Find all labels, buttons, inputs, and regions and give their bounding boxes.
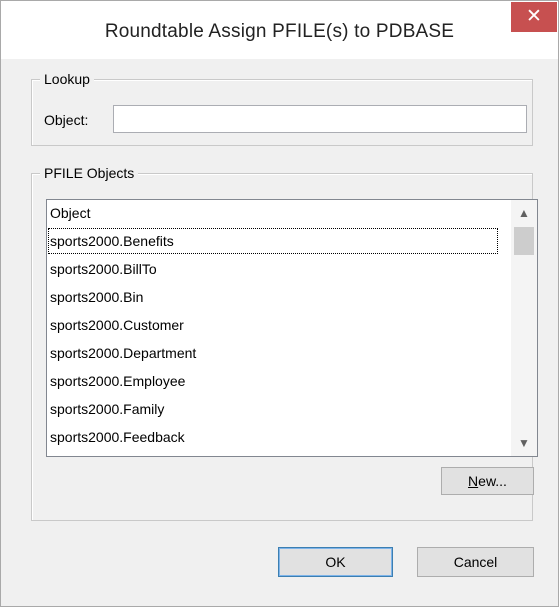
list-item[interactable]: sports2000.Department (47, 339, 499, 367)
scroll-up-button[interactable]: ▲ (511, 200, 537, 226)
window-title: Roundtable Assign PFILE(s) to PDBASE (104, 21, 455, 42)
list-item[interactable]: sports2000.Feedback (47, 423, 499, 451)
vertical-scrollbar[interactable]: ▲ ▼ (511, 200, 537, 456)
scrollbar-thumb[interactable] (514, 227, 534, 255)
title-bar[interactable]: Roundtable Assign PFILE(s) to PDBASE ✕ (1, 1, 558, 59)
ok-button[interactable]: OK (278, 547, 393, 577)
pfile-objects-list[interactable]: Object sports2000.Benefits sports2000.Bil… (46, 199, 538, 457)
object-label: Object: (44, 112, 89, 128)
close-button[interactable]: ✕ (511, 2, 557, 32)
list-item[interactable]: sports2000.BillTo (47, 255, 499, 283)
list-item[interactable]: sports2000.Employee (47, 367, 499, 395)
object-lookup-input[interactable] (113, 105, 527, 133)
dialog-window: Roundtable Assign PFILE(s) to PDBASE ✕ L… (0, 0, 559, 607)
list-item[interactable]: sports2000.Customer (47, 311, 499, 339)
list-item[interactable]: sports2000.Family (47, 395, 499, 423)
cancel-button[interactable]: Cancel (417, 547, 534, 577)
new-button[interactable]: New... (441, 467, 534, 495)
pfile-objects-group-label: PFILE Objects (40, 165, 139, 181)
new-button-accelerator: N (468, 473, 479, 489)
chevron-up-icon: ▲ (518, 206, 530, 220)
close-icon: ✕ (526, 6, 542, 27)
list-rows: sports2000.Benefits sports2000.BillTo spor… (47, 227, 499, 451)
lookup-group-label: Lookup (40, 71, 94, 87)
new-button-label: ew... (478, 473, 507, 489)
list-item[interactable]: sports2000.Benefits (47, 227, 499, 255)
cancel-button-label: Cancel (453, 554, 498, 570)
column-header-object[interactable]: Object (47, 200, 502, 226)
chevron-down-icon: ▼ (518, 436, 530, 450)
list-item[interactable]: sports2000.Bin (47, 283, 499, 311)
scroll-down-button[interactable]: ▼ (511, 430, 537, 456)
ok-button-label: OK (325, 554, 346, 570)
dialog-client-area: Lookup Object: PFILE Objects Object spor… (9, 59, 550, 599)
